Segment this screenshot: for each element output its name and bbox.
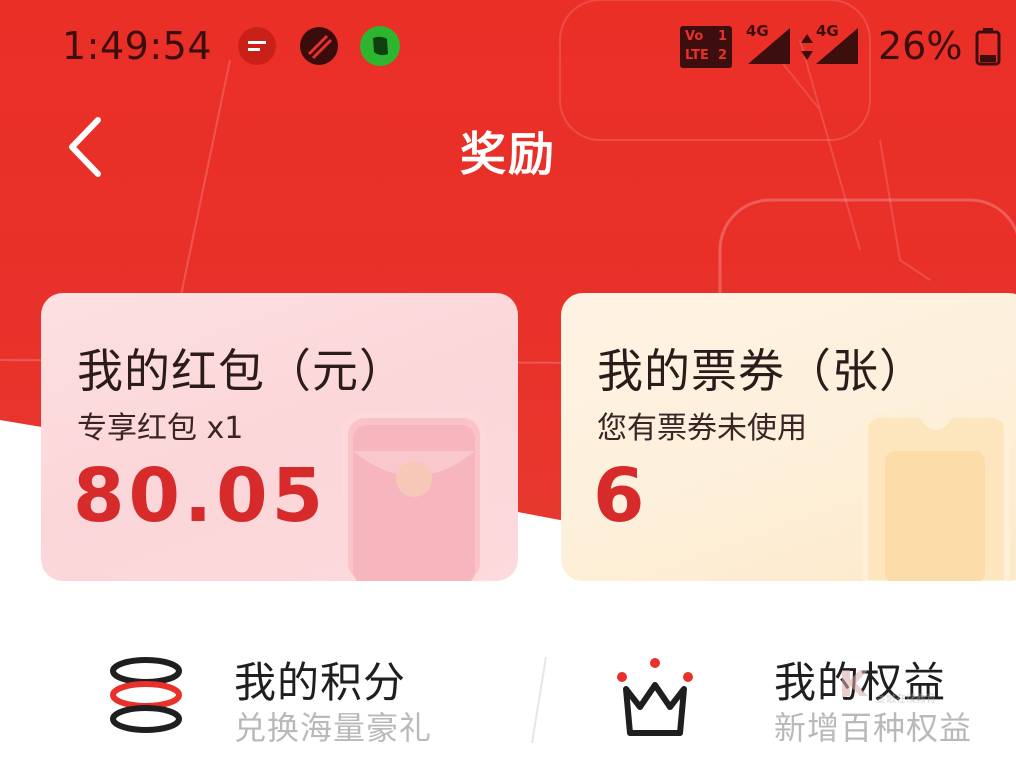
ticket-count: 6: [593, 453, 649, 539]
ticket-card[interactable]: 我的票券（张） 您有票券未使用 6: [561, 293, 1016, 581]
battery-icon: [975, 28, 1001, 66]
my-points-subtitle: 兑换海量豪礼: [234, 709, 433, 747]
ticket-icon: [862, 412, 1010, 581]
red-envelope-icon: [342, 412, 486, 581]
network-1-label: 4G: [746, 22, 769, 40]
coin-stack-icon: [110, 657, 182, 733]
battery-percent: 26%: [878, 24, 963, 68]
watermark-text: 金融在线教育: [876, 694, 936, 705]
red-packet-card[interactable]: 我的红包（元） 专享红包 x1 80.05: [41, 293, 518, 581]
red-packet-amount: 80.05: [73, 453, 328, 539]
my-rights-subtitle: 新增百种权益: [774, 709, 973, 747]
volte-bottom-text: LTE: [685, 48, 709, 63]
stripe-circle-icon: [300, 27, 338, 65]
ticket-title: 我的票券（张）: [597, 344, 926, 398]
page-title: 奖励: [460, 127, 556, 181]
evernote-icon: [360, 26, 400, 66]
my-points-title: 我的积分: [234, 658, 407, 707]
crown-icon: [617, 658, 693, 736]
volte-badge: Vo 1 LTE 2: [680, 26, 732, 68]
sim-1-text: 1: [718, 29, 728, 44]
red-packet-title: 我的红包（元）: [77, 344, 406, 398]
status-bar: 1:49:54 Vo 1 LTE 2 4G 4G 26%: [0, 0, 1016, 96]
ticket-subtitle: 您有票券未使用: [597, 411, 807, 446]
data-arrows-icon: [800, 32, 814, 62]
volte-top-text: Vo: [685, 29, 704, 44]
watermark-logo-icon: [842, 670, 868, 696]
watermark: 金融在线教育: [838, 664, 958, 708]
divider: [531, 656, 547, 744]
red-packet-subtitle: 专享红包 x1: [77, 411, 244, 446]
message-bubble-icon: [238, 27, 276, 65]
my-points-entry[interactable]: 我的积分 兑换海量豪礼: [100, 635, 520, 755]
network-2-label: 4G: [816, 22, 839, 40]
sim-2-text: 2: [718, 48, 728, 63]
status-time: 1:49:54: [62, 24, 212, 68]
